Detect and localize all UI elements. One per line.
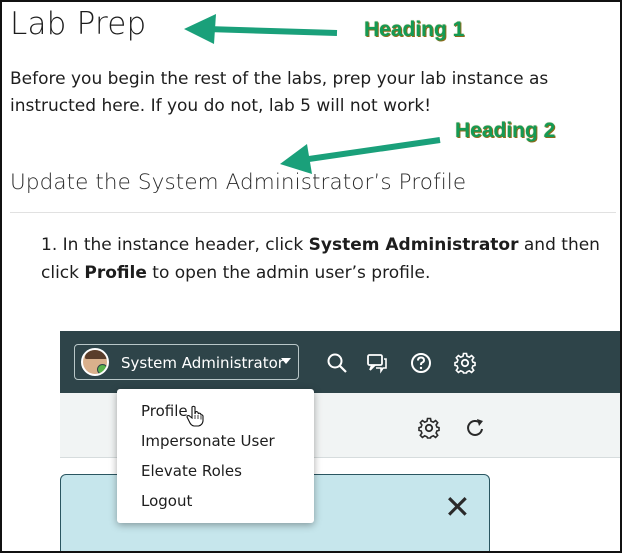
gear-icon[interactable] <box>418 417 440 439</box>
heading-2-arrow <box>280 137 441 174</box>
status-dot-icon <box>97 364 107 374</box>
user-menu-button[interactable]: System Administrator <box>74 344 299 380</box>
instance-header: System Administrator <box>60 331 620 393</box>
embedded-screenshot: System Administrator ✕ Profile Impersona… <box>60 331 620 551</box>
user-dropdown-menu: Profile Impersonate User Elevate Roles L… <box>117 389 314 523</box>
menu-item-logout[interactable]: Logout <box>141 492 192 510</box>
avatar <box>81 348 109 376</box>
hand-cursor-icon <box>186 405 204 427</box>
callout-heading-1: Heading 1 <box>364 18 465 41</box>
menu-item-impersonate-user[interactable]: Impersonate User <box>141 432 275 450</box>
callout-heading-2: Heading 2 <box>455 119 556 142</box>
search-icon[interactable] <box>326 352 348 374</box>
menu-item-elevate-roles[interactable]: Elevate Roles <box>141 462 242 480</box>
close-icon[interactable]: ✕ <box>444 491 471 523</box>
heading-1-arrow <box>184 14 338 44</box>
menu-item-profile[interactable]: Profile <box>141 402 188 420</box>
document-frame: Lab Prep Before you begin the rest of th… <box>0 0 622 553</box>
gear-icon[interactable] <box>454 352 476 374</box>
help-icon[interactable] <box>410 352 432 374</box>
chat-icon[interactable] <box>366 352 388 374</box>
chevron-down-icon <box>281 358 291 364</box>
refresh-icon[interactable] <box>465 417 485 439</box>
user-name: System Administrator <box>121 354 284 372</box>
